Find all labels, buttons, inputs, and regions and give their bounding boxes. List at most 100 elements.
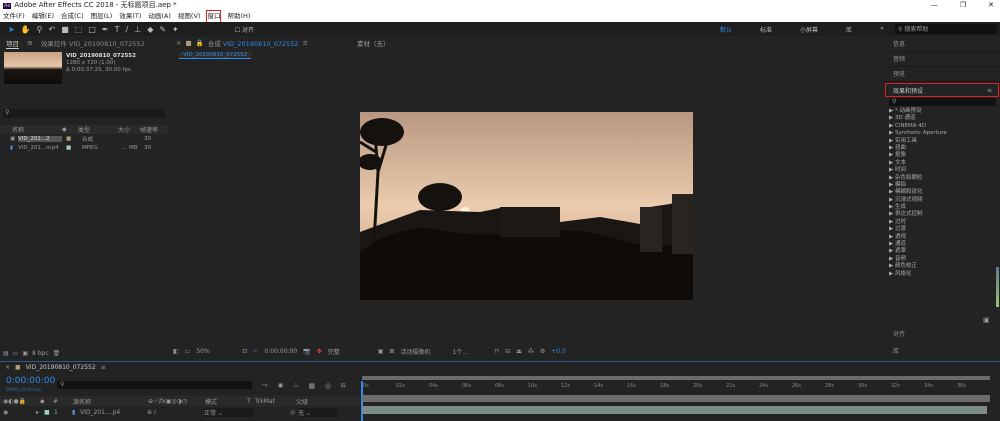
type-icon[interactable]: T: [115, 25, 120, 34]
frame-blending-icon[interactable]: ▦: [308, 382, 315, 390]
graph-editor-icon[interactable]: ⧅: [341, 381, 345, 390]
col-source-name[interactable]: 源名称: [73, 397, 148, 406]
fast-previews-icon[interactable]: ⊓: [494, 348, 499, 355]
zoom-icon[interactable]: ⚲: [37, 25, 43, 34]
comp-mini-flowchart-icon[interactable]: ⤳: [262, 381, 268, 390]
clone-stamp-icon[interactable]: ⊥: [134, 25, 141, 34]
hand-icon[interactable]: ✋: [21, 25, 31, 34]
transparency-grid-icon[interactable]: ⊠: [389, 348, 394, 355]
effect-category[interactable]: ▶ 实用工具: [885, 138, 1000, 145]
comp-breadcrumb[interactable]: VID_20190810_072552: [179, 52, 252, 59]
draft-3d-icon[interactable]: ✺: [278, 382, 284, 390]
snapshot-icon[interactable]: 📷: [303, 348, 310, 355]
panel-scrollbar[interactable]: [996, 267, 999, 307]
pickwhip-icon[interactable]: ◎: [290, 409, 298, 416]
eraser-icon[interactable]: ◆: [147, 25, 153, 34]
close-button[interactable]: ✕: [988, 0, 994, 11]
col-type[interactable]: 类型: [78, 125, 118, 134]
monitor-icon[interactable]: ▭: [185, 348, 191, 355]
roi-icon[interactable]: ▣: [378, 348, 384, 355]
workspace-standard[interactable]: 标准: [760, 25, 772, 34]
effect-category[interactable]: ▶ 遮罩: [885, 248, 1000, 255]
puppet-pin-icon[interactable]: ✦: [172, 25, 179, 34]
menu-view[interactable]: 视图(V): [178, 11, 201, 22]
workspace-library[interactable]: 库: [846, 25, 852, 34]
workspace-default[interactable]: 默认: [720, 25, 732, 34]
color-channel-icon[interactable]: ✤: [317, 348, 322, 355]
timeline-icon[interactable]: ⊟: [505, 348, 510, 355]
pen-icon[interactable]: ✒: [102, 25, 109, 34]
layer-switches[interactable]: ⊕ /: [147, 409, 204, 416]
menu-help[interactable]: 帮助(H): [227, 11, 250, 22]
layer-mode-select[interactable]: 正常 ⌄: [204, 407, 254, 417]
panel-menu-icon[interactable]: ≡: [987, 87, 992, 94]
menu-layer[interactable]: 图层(L): [91, 11, 113, 22]
safe-area-icon[interactable]: ⊡: [242, 348, 247, 355]
selection-icon[interactable]: ➤: [8, 25, 15, 34]
roto-brush-icon[interactable]: ✎: [159, 25, 166, 34]
comp-flowchart-icon[interactable]: ⏏: [516, 348, 522, 355]
menu-window[interactable]: 窗口: [206, 10, 222, 23]
col-mode[interactable]: 模式: [205, 397, 247, 406]
effect-category[interactable]: ▶ 过渡: [885, 226, 1000, 233]
zoom-select[interactable]: 50%: [196, 348, 236, 355]
new-comp-icon[interactable]: ▣: [22, 350, 28, 357]
reset-exposure-icon[interactable]: ⚙: [540, 348, 545, 355]
panel-library[interactable]: 库: [893, 346, 899, 355]
project-search-input[interactable]: ⚲: [3, 109, 165, 118]
work-area-bar[interactable]: [362, 376, 990, 380]
effect-category[interactable]: ▶ CINEMA 4D: [885, 123, 1000, 130]
effect-category[interactable]: ▶ 杂色和颗粒: [885, 175, 1000, 182]
effect-category[interactable]: ▶ 颜色校正: [885, 263, 1000, 270]
tab-timeline[interactable]: VID_20190810_072552: [26, 364, 96, 371]
project-row[interactable]: ▣ VID_201...2 ■ 合成 30: [0, 135, 168, 143]
tab-project[interactable]: 项目: [6, 38, 19, 49]
menu-effect[interactable]: 效果(T): [119, 11, 141, 22]
visibility-icon[interactable]: ◉: [0, 409, 36, 416]
camera-icon[interactable]: ■: [61, 25, 69, 34]
menu-file[interactable]: 文件(F): [3, 11, 25, 22]
menu-edit[interactable]: 编辑(E): [32, 11, 54, 22]
flowchart-icon[interactable]: ⁂: [528, 348, 534, 355]
effects-presets-header[interactable]: 效果和预设 ≡: [885, 83, 999, 97]
tab-effect-controls[interactable]: 效果控件 VID_20190810_072552: [41, 38, 145, 48]
effect-category[interactable]: ▶ 模糊和锐化: [885, 189, 1000, 196]
effect-category[interactable]: ▶ 表达式控制: [885, 211, 1000, 218]
effect-category[interactable]: ▶ Synthetic Aperture: [885, 130, 1000, 137]
current-time[interactable]: 0:00:00:00: [264, 348, 297, 355]
new-folder-icon[interactable]: ▭: [13, 350, 19, 357]
snap-checkbox[interactable]: ☐ 对齐: [235, 25, 254, 34]
effect-category[interactable]: ▶ 时间: [885, 167, 1000, 174]
always-preview-icon[interactable]: ◧: [173, 348, 179, 355]
rotate-icon[interactable]: ↶: [49, 25, 56, 34]
views-select[interactable]: 1个...: [452, 347, 488, 356]
interpret-footage-icon[interactable]: ▤: [3, 350, 9, 357]
parent-select[interactable]: 无 ⌄: [298, 407, 338, 417]
mask-toggle-icon[interactable]: ⌐: [253, 348, 258, 355]
effect-category[interactable]: ▶ 沉浸式视频: [885, 197, 1000, 204]
col-fps[interactable]: 帧速率: [140, 125, 158, 134]
effect-category[interactable]: ▶ 抠像: [885, 152, 1000, 159]
timeline-search-input[interactable]: ⚲: [57, 381, 252, 389]
panel-align[interactable]: 对齐: [893, 329, 905, 338]
effects-search-input[interactable]: ⚲: [889, 98, 996, 106]
timeline-timecode[interactable]: 0:00:00:00: [6, 376, 55, 386]
camera-select[interactable]: 活动摄像机: [400, 347, 446, 356]
menu-composition[interactable]: 合成(C): [61, 11, 84, 22]
resolution-select[interactable]: 完整: [328, 347, 372, 356]
panel-audio[interactable]: 音频: [885, 52, 1000, 67]
lock-icon[interactable]: 🔒: [196, 39, 204, 47]
tab-composition[interactable]: 合成 VID_20190810_072552: [208, 38, 299, 48]
pan-behind-icon[interactable]: ⬚: [75, 25, 83, 34]
brush-icon[interactable]: /: [126, 25, 129, 34]
bpc-button[interactable]: 8 bpc: [32, 350, 49, 357]
effect-category[interactable]: ▶ 风格化: [885, 271, 1000, 278]
panel-preview[interactable]: 预览: [885, 67, 1000, 82]
expand-icon[interactable]: ▸: [36, 409, 44, 416]
workspace-more-button[interactable]: »: [880, 25, 884, 34]
help-search-input[interactable]: ⚲ 搜索帮助: [895, 24, 997, 34]
workspace-small-screen[interactable]: 小屏幕: [800, 25, 818, 34]
panel-info[interactable]: 信息: [885, 37, 1000, 52]
tab-footage[interactable]: 素材（无）: [357, 38, 390, 48]
exposure-value[interactable]: +0.0: [551, 348, 566, 355]
